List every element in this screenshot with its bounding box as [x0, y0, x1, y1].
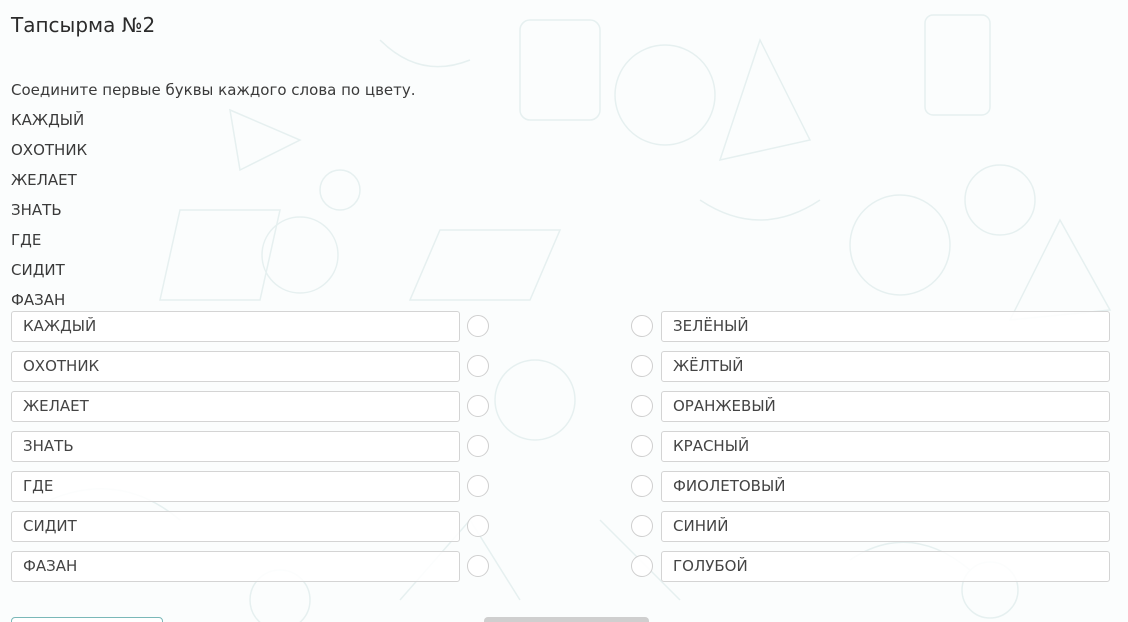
left-connector-radio[interactable] — [467, 355, 489, 377]
word-list-item: ГДЕ — [11, 231, 42, 249]
right-option[interactable]: ФИОЛЕТОВЫЙ — [661, 471, 1110, 502]
left-option[interactable]: ГДЕ — [11, 471, 460, 502]
right-option[interactable]: ГОЛУБОЙ — [661, 551, 1110, 582]
left-connector-radio[interactable] — [467, 555, 489, 577]
matching-area: КАЖДЫЙ ЗЕЛЁНЫЙ ОХОТНИК ЖЁЛТЫЙ ЖЕЛАЕТ ОРА… — [11, 311, 1111, 591]
task-instruction: Соедините первые буквы каждого слова по … — [11, 81, 416, 99]
matching-row: КАЖДЫЙ ЗЕЛЁНЫЙ — [11, 311, 1111, 351]
word-list-item: СИДИТ — [11, 261, 65, 279]
matching-row: ЖЕЛАЕТ ОРАНЖЕВЫЙ — [11, 391, 1111, 431]
right-connector-radio[interactable] — [631, 315, 653, 337]
left-connector-radio[interactable] — [467, 475, 489, 497]
right-option[interactable]: ОРАНЖЕВЫЙ — [661, 391, 1110, 422]
word-list-item: ЗНАТЬ — [11, 201, 62, 219]
left-connector-radio[interactable] — [467, 395, 489, 417]
task-title: Тапсырма №2 — [11, 13, 156, 37]
matching-row: ЗНАТЬ КРАСНЫЙ — [11, 431, 1111, 471]
right-connector-radio[interactable] — [631, 355, 653, 377]
word-list: КАЖДЫЙ ОХОТНИК ЖЕЛАЕТ ЗНАТЬ ГДЕ СИДИТ ФА… — [11, 110, 87, 320]
left-option[interactable]: ФАЗАН — [11, 551, 460, 582]
right-connector-radio[interactable] — [631, 555, 653, 577]
right-connector-radio[interactable] — [631, 515, 653, 537]
left-connector-radio[interactable] — [467, 515, 489, 537]
right-connector-radio[interactable] — [631, 395, 653, 417]
matching-row: ФАЗАН ГОЛУБОЙ — [11, 551, 1111, 591]
matching-row: СИДИТ СИНИЙ — [11, 511, 1111, 551]
left-connector-radio[interactable] — [467, 315, 489, 337]
check-answer-button[interactable] — [11, 617, 163, 622]
matching-row: ГДЕ ФИОЛЕТОВЫЙ — [11, 471, 1111, 511]
left-option[interactable]: ЖЕЛАЕТ — [11, 391, 460, 422]
left-option[interactable]: СИДИТ — [11, 511, 460, 542]
matching-row: ОХОТНИК ЖЁЛТЫЙ — [11, 351, 1111, 391]
left-connector-radio[interactable] — [467, 435, 489, 457]
right-option[interactable]: ЖЁЛТЫЙ — [661, 351, 1110, 382]
right-connector-radio[interactable] — [631, 435, 653, 457]
task-page: Тапсырма №2 Соедините первые буквы каждо… — [0, 0, 1128, 622]
left-option[interactable]: КАЖДЫЙ — [11, 311, 460, 342]
right-connector-radio[interactable] — [631, 475, 653, 497]
left-option[interactable]: ЗНАТЬ — [11, 431, 460, 462]
word-list-item: ЖЕЛАЕТ — [11, 171, 77, 189]
right-option[interactable]: ЗЕЛЁНЫЙ — [661, 311, 1110, 342]
word-list-item: ОХОТНИК — [11, 141, 88, 159]
word-list-item: КАЖДЫЙ — [11, 111, 85, 129]
left-option[interactable]: ОХОТНИК — [11, 351, 460, 382]
right-option[interactable]: КРАСНЫЙ — [661, 431, 1110, 462]
next-task-button[interactable] — [484, 617, 649, 622]
right-option[interactable]: СИНИЙ — [661, 511, 1110, 542]
